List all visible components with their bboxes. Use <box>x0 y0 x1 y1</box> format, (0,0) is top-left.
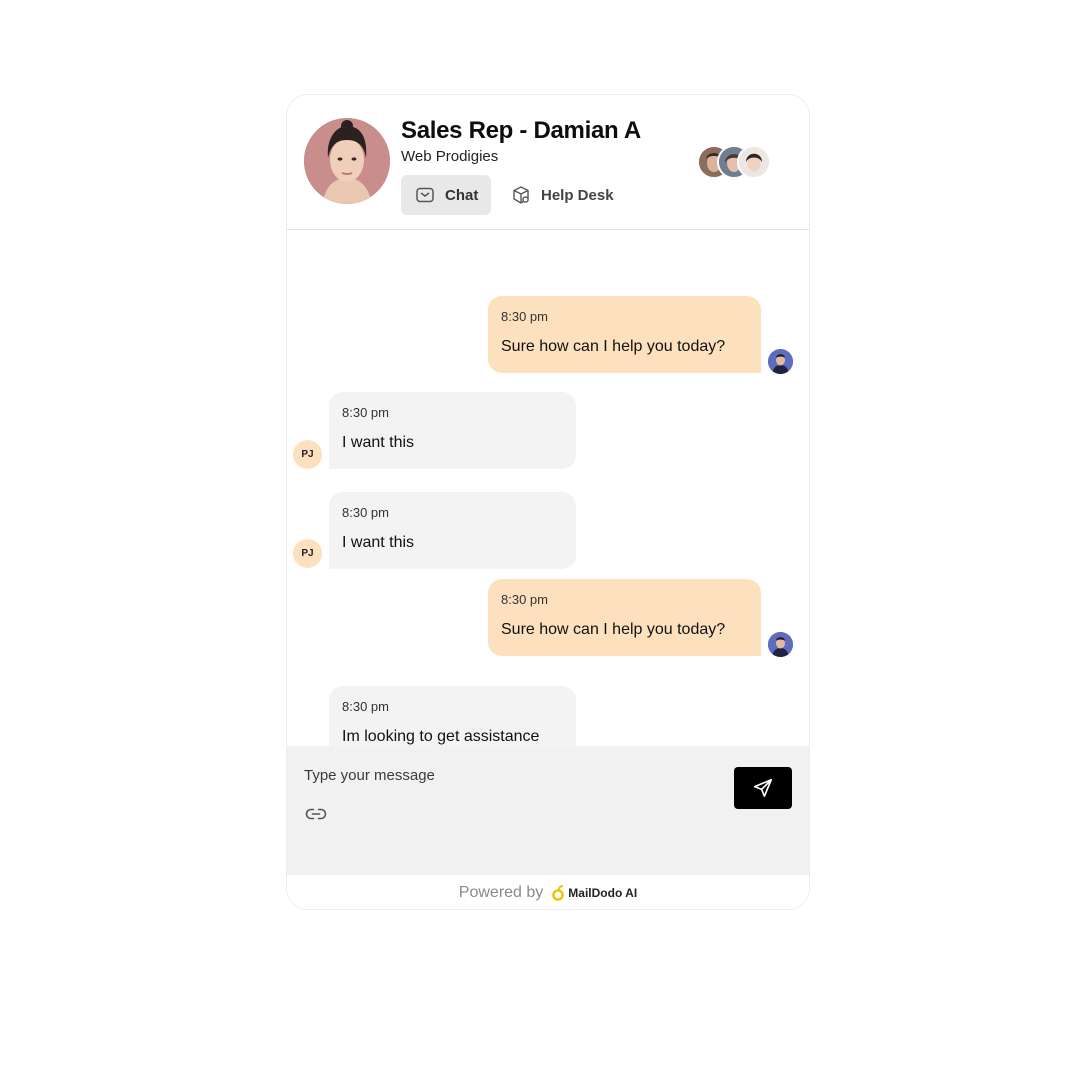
tab-help-desk-label: Help Desk <box>541 186 614 204</box>
brand-name: MailDodo AI <box>568 886 638 900</box>
tab-help-desk[interactable]: Help Desk <box>511 175 614 215</box>
message-time: 8:30 pm <box>501 592 548 607</box>
send-icon <box>753 778 773 798</box>
company-name: Web Prodigies <box>401 148 499 165</box>
message-time: 8:30 pm <box>342 405 389 420</box>
message-time: 8:30 pm <box>501 309 548 324</box>
powered-by-label: Powered by <box>458 884 544 901</box>
message-composer <box>287 746 809 875</box>
message-list[interactable]: 8:30 pm Sure how can I help you today? 8… <box>287 230 809 746</box>
link-icon <box>305 808 327 820</box>
rep-avatar <box>768 349 793 374</box>
message-text: I want this <box>342 434 415 451</box>
message-time: 8:30 pm <box>342 505 389 520</box>
attach-link-button[interactable] <box>304 802 328 826</box>
mail-icon <box>415 185 435 205</box>
outgoing-message: 8:30 pm Sure how can I help you today? <box>488 296 761 373</box>
incoming-message: 8:30 pm I want this <box>329 492 576 569</box>
message-text: Sure how can I help you today? <box>501 621 726 638</box>
tab-chat-label: Chat <box>445 186 479 204</box>
send-button[interactable] <box>734 767 792 809</box>
message-text: Sure how can I help you today? <box>501 338 726 355</box>
team-member-avatar <box>737 145 771 179</box>
tab-chat[interactable]: Chat <box>401 175 491 215</box>
user-avatar: PJ <box>293 440 322 469</box>
message-text: I want this <box>342 534 415 551</box>
chat-header: Sales Rep - Damian A Web Prodigies Chat … <box>287 95 809 230</box>
box-icon <box>511 185 531 205</box>
chat-title: Sales Rep - Damian A <box>401 117 641 144</box>
rep-avatar <box>768 632 793 657</box>
incoming-message: 8:30 pm I want this <box>329 392 576 469</box>
chat-widget: Sales Rep - Damian A Web Prodigies Chat … <box>286 94 810 910</box>
brand-link[interactable]: MailDodo AI <box>551 885 637 901</box>
outgoing-message: 8:30 pm Sure how can I help you today? <box>488 579 761 656</box>
footer: Powered by MailDodo AI <box>287 875 809 909</box>
user-avatar: PJ <box>293 539 322 568</box>
message-input[interactable] <box>304 763 684 787</box>
maildodo-logo-icon <box>552 885 565 901</box>
incoming-message: 8:30 pm Im looking to get assistance <box>329 686 576 746</box>
message-text: Im looking to get assistance <box>342 728 540 745</box>
message-time: 8:30 pm <box>342 699 389 714</box>
agent-avatar <box>304 118 390 204</box>
team-avatars <box>697 145 777 179</box>
